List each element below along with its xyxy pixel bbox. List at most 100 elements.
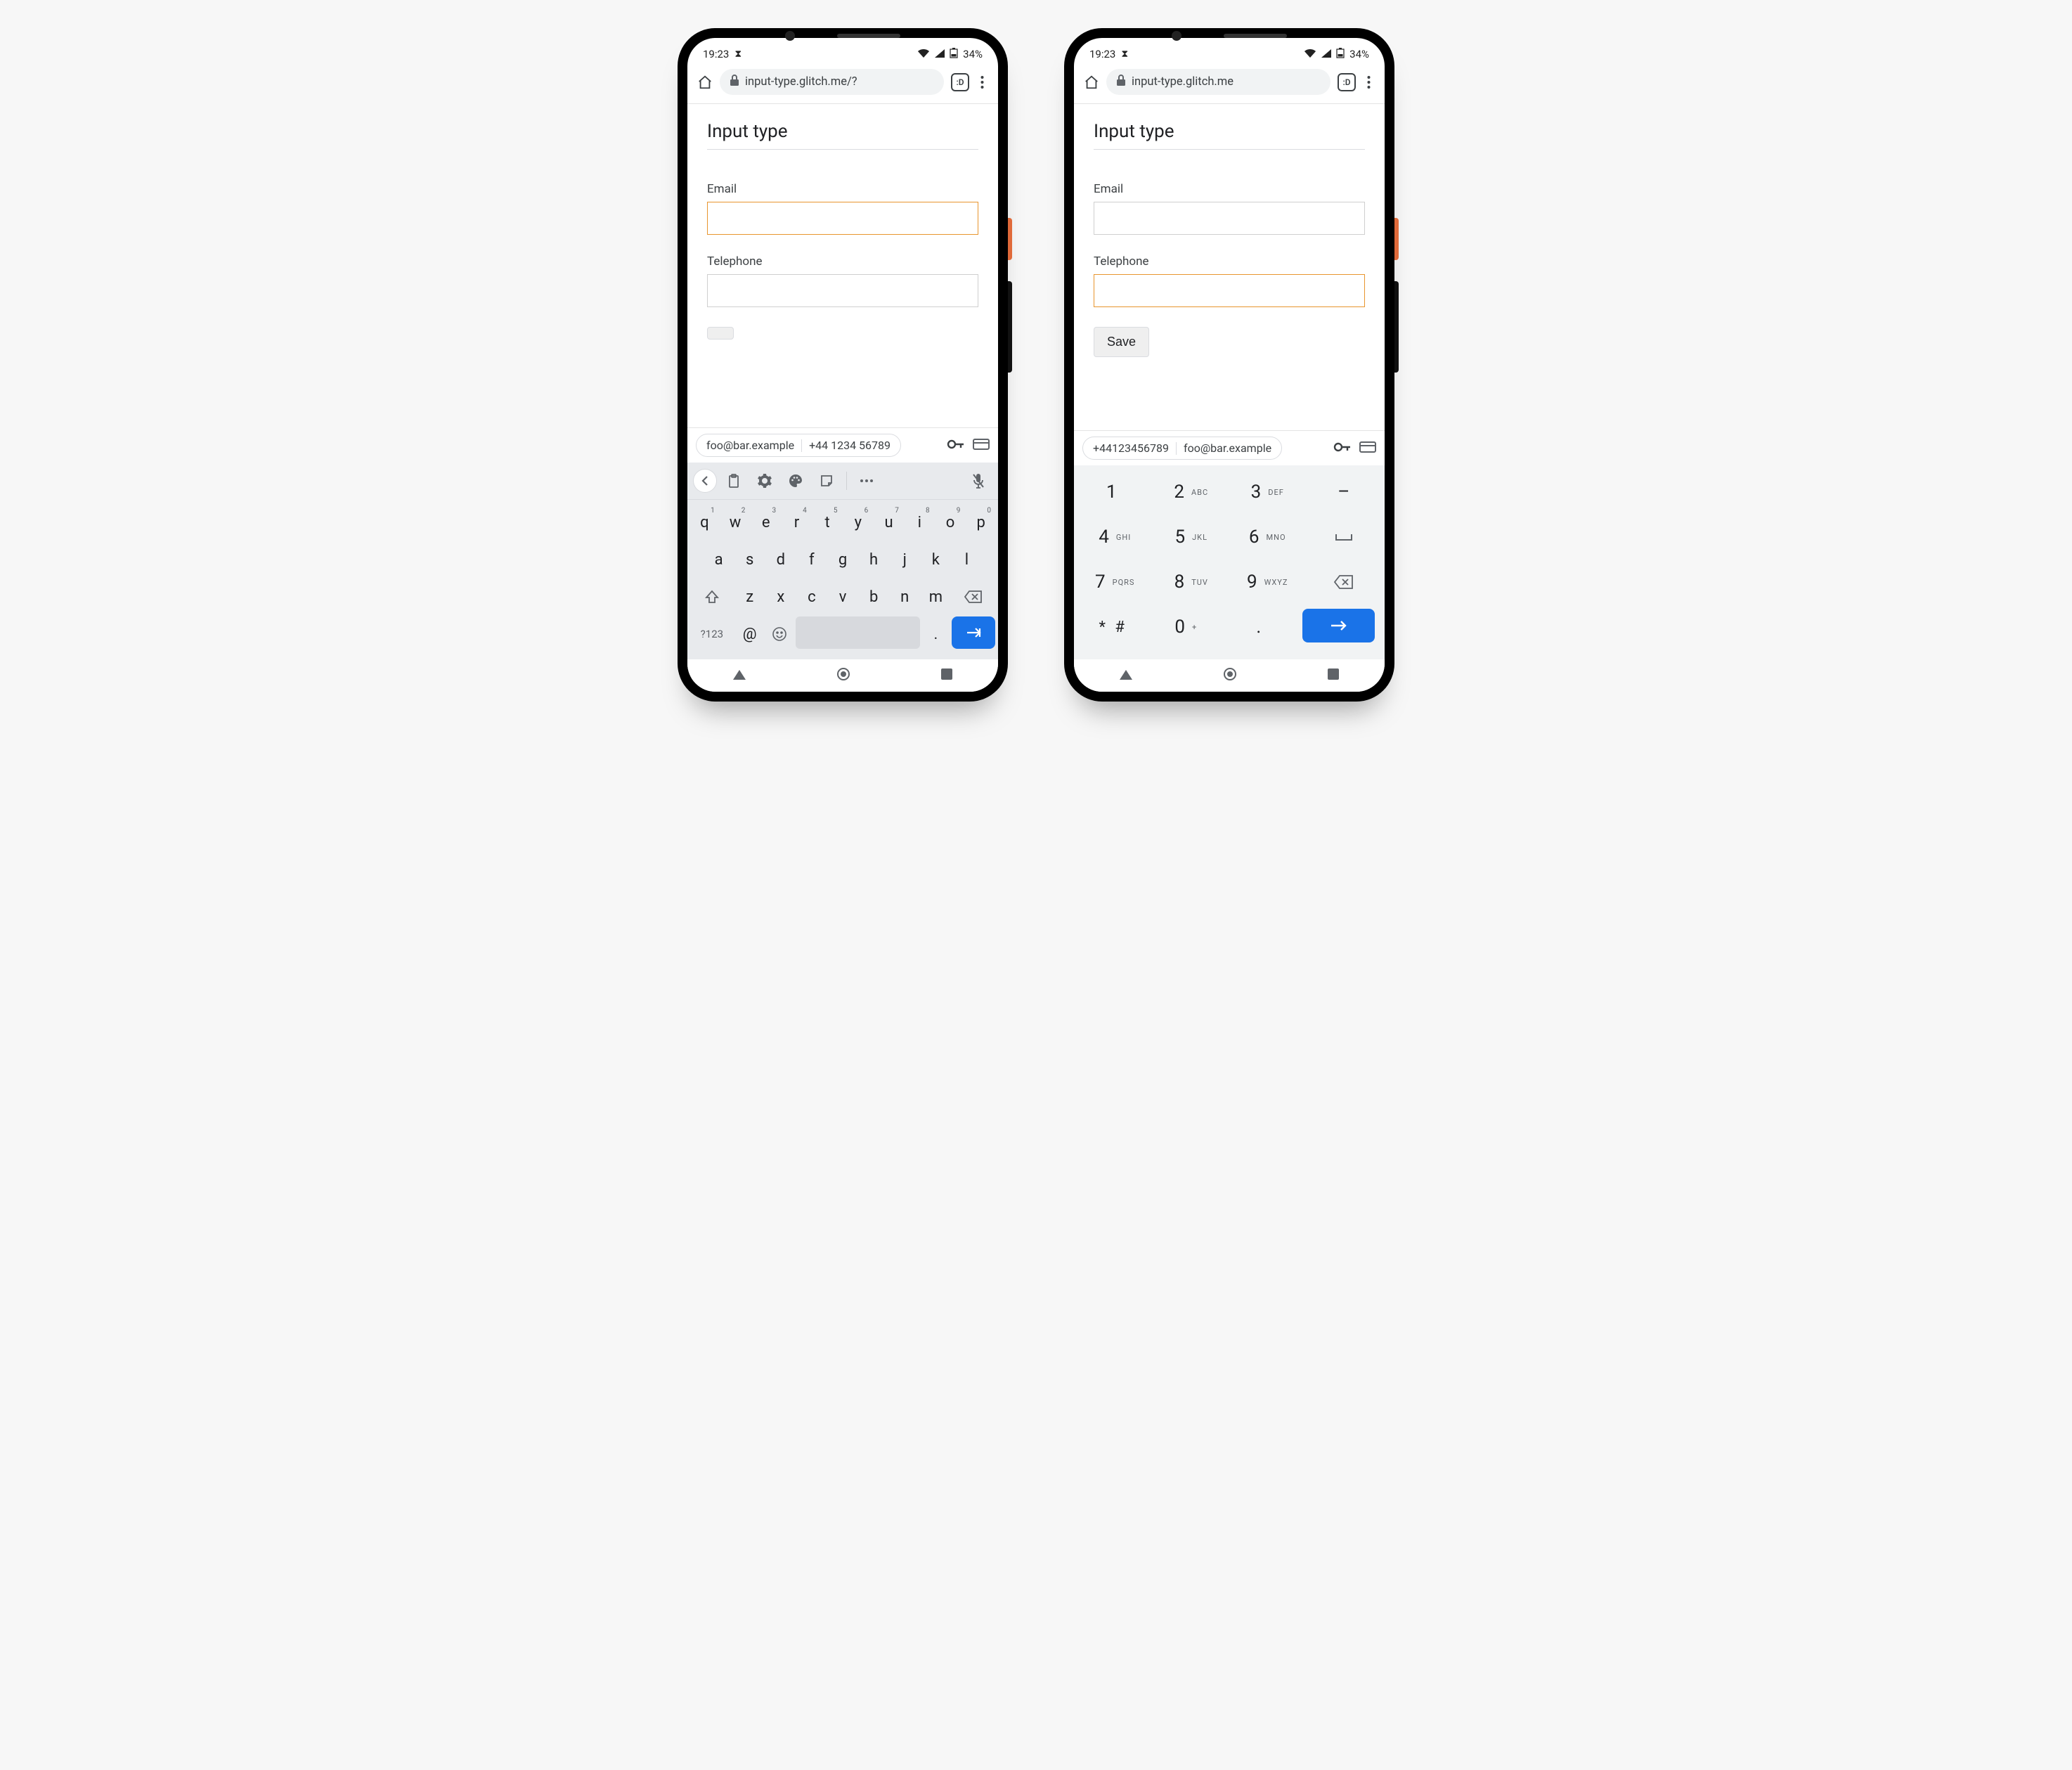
backspace-key[interactable] <box>1306 560 1383 605</box>
key-row-3-letters: zxcvbnm <box>735 579 950 614</box>
key-9[interactable]: 9WXYZ <box>1229 560 1306 605</box>
letter-key[interactable]: n <box>891 579 919 614</box>
letter-key[interactable]: d <box>766 542 795 577</box>
nav-back-icon[interactable] <box>1120 669 1132 683</box>
nav-recents-icon[interactable] <box>941 668 952 683</box>
telephone-input[interactable] <box>1094 274 1365 307</box>
enter-key[interactable] <box>1302 609 1375 642</box>
page-title: Input type <box>707 121 978 150</box>
key-period[interactable]: . <box>1222 605 1295 650</box>
email-field-group: Email <box>1094 182 1365 235</box>
clipboard-icon[interactable] <box>720 467 748 495</box>
letter-key[interactable]: q1 <box>690 505 719 540</box>
mic-off-icon[interactable] <box>964 467 992 495</box>
letter-key[interactable]: s <box>735 542 764 577</box>
letter-key[interactable]: y6 <box>844 505 873 540</box>
address-bar[interactable]: input-type.glitch.me/? <box>720 69 944 95</box>
letter-key[interactable]: v <box>828 579 857 614</box>
nav-back-icon[interactable] <box>733 669 746 683</box>
letter-key[interactable]: e3 <box>751 505 780 540</box>
credit-card-icon[interactable] <box>1359 441 1376 456</box>
key-4[interactable]: 4GHI <box>1077 515 1153 560</box>
email-field-group: Email <box>707 182 978 235</box>
letter-key[interactable]: h <box>860 542 888 577</box>
symbols-key[interactable]: ?123 <box>690 616 734 652</box>
letter-key[interactable]: k <box>921 542 950 577</box>
email-input[interactable] <box>1094 202 1365 235</box>
signal-icon <box>935 48 945 60</box>
key-3[interactable]: 3DEF <box>1229 470 1306 515</box>
password-key-icon[interactable] <box>1334 441 1351 455</box>
at-key[interactable]: @ <box>736 616 764 652</box>
letter-key[interactable]: o9 <box>936 505 965 540</box>
letter-key[interactable]: g <box>828 542 857 577</box>
key-5[interactable]: 5JKL <box>1153 515 1230 560</box>
letter-key[interactable]: u7 <box>874 505 903 540</box>
home-icon[interactable] <box>697 75 713 90</box>
backspace-key[interactable] <box>952 579 995 614</box>
letter-key[interactable]: m <box>921 579 950 614</box>
key-1[interactable]: 1 <box>1077 470 1153 515</box>
wifi-icon <box>1304 48 1316 60</box>
letter-key[interactable]: p0 <box>966 505 995 540</box>
key-6[interactable]: 6MNO <box>1229 515 1306 560</box>
key-row-4: ?123 @ . <box>690 616 995 652</box>
letter-key[interactable]: r4 <box>782 505 811 540</box>
letter-key[interactable]: c <box>797 579 826 614</box>
more-dots-icon[interactable] <box>853 467 881 495</box>
nav-bar <box>687 659 998 692</box>
telephone-input[interactable] <box>707 274 978 307</box>
letter-key[interactable]: i8 <box>905 505 934 540</box>
battery-text: 34% <box>1349 48 1369 60</box>
home-icon[interactable] <box>1084 75 1099 90</box>
shift-key[interactable] <box>690 579 733 614</box>
dial-row-3: 7PQRS 8TUV 9WXYZ <box>1077 560 1382 605</box>
spacebar-key[interactable] <box>796 616 919 649</box>
key-8[interactable]: 8TUV <box>1153 560 1230 605</box>
palette-icon[interactable] <box>782 467 810 495</box>
lock-icon <box>730 75 739 89</box>
letter-key[interactable]: j <box>891 542 919 577</box>
email-input[interactable] <box>707 202 978 235</box>
page-content: Input type Email Telephone <box>687 104 998 427</box>
nav-recents-icon[interactable] <box>1328 668 1339 683</box>
autofill-chip[interactable]: +44123456789 foo@bar.example <box>1082 437 1282 460</box>
letter-key[interactable]: t5 <box>813 505 842 540</box>
overflow-menu-icon[interactable] <box>1363 72 1375 92</box>
nav-home-icon[interactable] <box>1224 668 1236 683</box>
gear-icon[interactable] <box>751 467 779 495</box>
front-camera <box>785 31 795 41</box>
enter-key[interactable] <box>952 616 995 649</box>
key-2[interactable]: 2ABC <box>1153 470 1230 515</box>
nav-home-icon[interactable] <box>837 668 850 683</box>
save-button[interactable] <box>707 327 734 340</box>
credit-card-icon[interactable] <box>973 439 990 453</box>
sticker-icon[interactable] <box>812 467 841 495</box>
letter-key[interactable]: b <box>860 579 888 614</box>
emoji-key[interactable] <box>765 616 794 652</box>
key-row-3: zxcvbnm <box>690 579 995 614</box>
nav-bar <box>1074 659 1385 692</box>
letter-key[interactable]: x <box>766 579 795 614</box>
key-space[interactable] <box>1306 515 1383 560</box>
key-7[interactable]: 7PQRS <box>1077 560 1153 605</box>
letter-key[interactable]: l <box>952 542 981 577</box>
password-key-icon[interactable] <box>947 439 964 452</box>
key-star-hash[interactable]: * # <box>1077 605 1150 650</box>
tab-switcher[interactable]: :D <box>951 73 969 91</box>
letter-key[interactable]: a <box>704 542 733 577</box>
address-bar[interactable]: input-type.glitch.me <box>1106 69 1330 95</box>
save-button[interactable]: Save <box>1094 327 1149 357</box>
chip-separator <box>801 439 802 452</box>
status-bar: 19:23 ⧗ 34% <box>687 38 998 65</box>
autofill-chip[interactable]: foo@bar.example +44 1234 56789 <box>696 434 901 457</box>
letter-key[interactable]: z <box>735 579 764 614</box>
letter-key[interactable]: w2 <box>721 505 750 540</box>
period-key[interactable]: . <box>922 616 950 652</box>
overflow-menu-icon[interactable] <box>976 72 988 92</box>
letter-key[interactable]: f <box>797 542 826 577</box>
chevron-left-icon[interactable] <box>693 469 717 493</box>
tab-switcher[interactable]: :D <box>1338 73 1356 91</box>
key-dash[interactable]: – <box>1306 470 1383 515</box>
key-0[interactable]: 0+ <box>1150 605 1223 650</box>
